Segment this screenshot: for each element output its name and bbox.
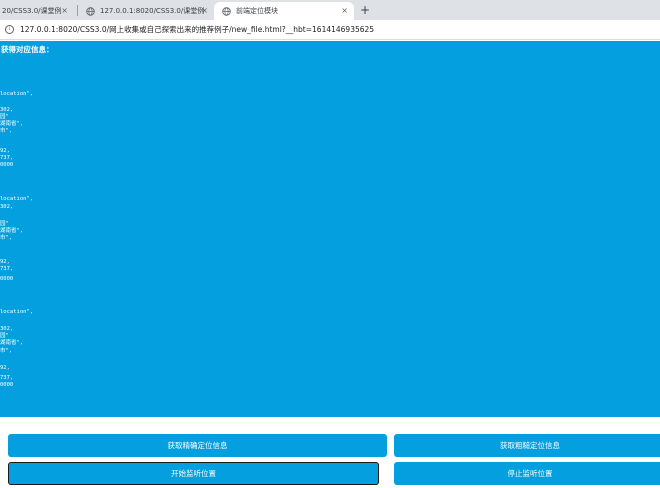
globe-icon xyxy=(222,6,231,16)
browser-tab[interactable]: 127.0.0.1:8020/CSS3.0/课堂例 × xyxy=(78,2,214,20)
log-line: location", xyxy=(0,91,34,97)
log-line: 92, xyxy=(0,365,10,371)
globe-icon xyxy=(86,6,95,16)
log-line: 0000 xyxy=(0,382,14,388)
log-line: 302, xyxy=(0,326,14,332)
browser-tab[interactable]: 20/CSS3.0/课堂例 × xyxy=(0,2,74,20)
new-tab-button[interactable]: + xyxy=(358,2,372,18)
log-line: 市", xyxy=(0,235,13,241)
log-line: location", xyxy=(0,309,34,315)
close-icon[interactable]: × xyxy=(61,6,68,16)
log-line: 92, xyxy=(0,148,10,154)
log-line: 湖南省", xyxy=(0,121,24,127)
get-precise-location-button[interactable]: 获取精确定位信息 xyxy=(8,434,387,457)
browser-tab-active[interactable]: 前端定位模块 × xyxy=(214,2,354,20)
log-line: 302, xyxy=(0,107,14,113)
close-icon[interactable]: × xyxy=(201,6,208,16)
log-line: location", xyxy=(0,196,34,202)
page-heading: 获得对应信息： xyxy=(1,45,54,54)
log-line: 园" xyxy=(0,221,9,227)
page-content: 获得对应信息： location", 302, 园" 湖南省", 市", 92,… xyxy=(0,41,660,417)
info-icon[interactable]: i xyxy=(5,25,14,34)
start-watch-position-button[interactable]: 开始监听位置 xyxy=(8,462,379,485)
close-icon[interactable]: × xyxy=(341,6,348,16)
url-text[interactable]: 127.0.0.1:8020/CSS3.0/网上收集或自己探索出来的推荐例子/n… xyxy=(20,24,374,35)
log-line: 737, xyxy=(0,266,14,272)
log-line: 园" xyxy=(0,333,9,339)
tab-title: 前端定位模块 xyxy=(236,7,278,15)
log-line: 737, xyxy=(0,155,14,161)
log-line: 0000 xyxy=(0,276,14,282)
log-line: 92, xyxy=(0,259,10,265)
log-line: 737, xyxy=(0,375,14,381)
get-rough-location-button[interactable]: 获取粗糙定位信息 xyxy=(394,434,660,457)
log-line: 302, xyxy=(0,204,14,210)
address-bar[interactable]: i 127.0.0.1:8020/CSS3.0/网上收集或自己探索出来的推荐例子… xyxy=(0,20,660,40)
browser-tab-strip: 20/CSS3.0/课堂例 × 127.0.0.1:8020/CSS3.0/课堂… xyxy=(0,0,660,20)
log-line: 湖南省", xyxy=(0,228,24,234)
tab-title: 20/CSS3.0/课堂例 xyxy=(2,7,62,15)
log-line: 市", xyxy=(0,128,13,134)
log-line: 市", xyxy=(0,348,13,354)
log-line: 0000 xyxy=(0,162,14,168)
stop-watch-position-button[interactable]: 停止监听位置 xyxy=(394,462,660,485)
log-line: 湖南省", xyxy=(0,340,24,346)
tab-title: 127.0.0.1:8020/CSS3.0/课堂例 xyxy=(100,7,205,15)
log-line: 园" xyxy=(0,114,9,120)
